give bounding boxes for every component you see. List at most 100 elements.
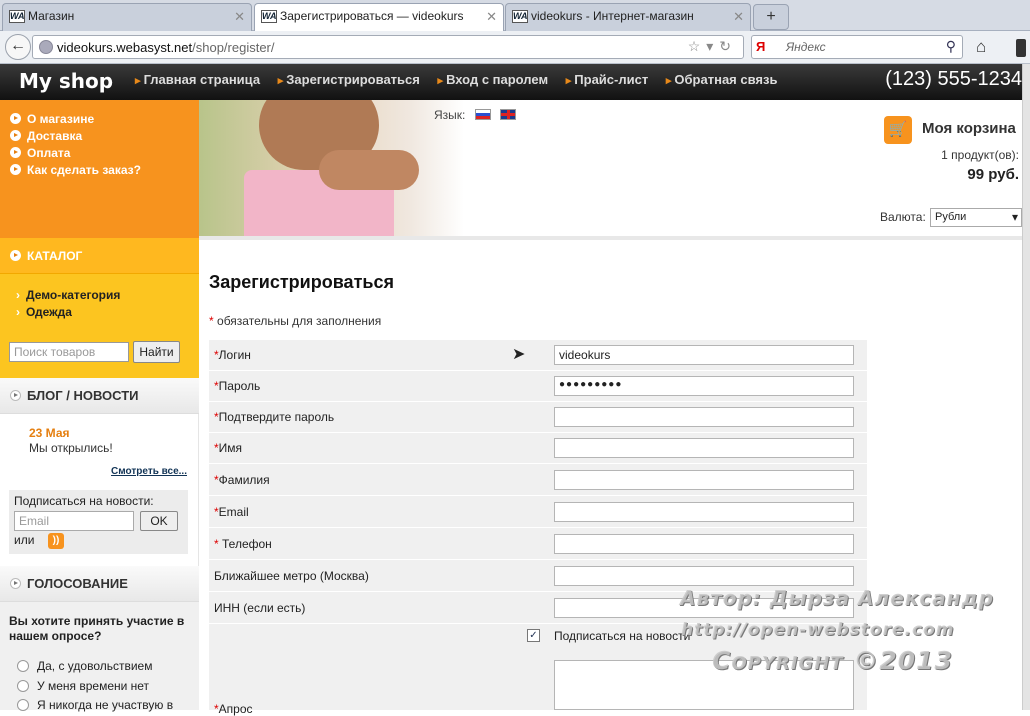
catalog-header: КАТАЛОГ <box>0 238 199 274</box>
page-title: Зарегистрироваться <box>209 272 394 292</box>
last-name-input[interactable] <box>554 470 854 490</box>
radio-button[interactable] <box>17 660 29 672</box>
watermark-copyright: Copyright ©2013 <box>712 646 953 675</box>
form-row-last-name: *Фамилия <box>209 465 867 496</box>
left-sidebar: О магазине Доставка Оплата Как сделать з… <box>0 100 199 712</box>
nav-login[interactable]: Вход с паролем <box>437 72 548 87</box>
nav-home[interactable]: Главная страница <box>135 72 260 87</box>
new-tab-button[interactable]: + <box>753 4 789 30</box>
menu-handle[interactable] <box>1016 39 1026 57</box>
arrow-bullet-icon <box>10 164 21 175</box>
or-label: или <box>14 533 35 547</box>
address-bar[interactable]: videokurs.webasyst.net/shop/register/ ☆▾… <box>32 35 744 59</box>
field-label: Ближайшее метро (Москва) <box>214 569 369 583</box>
currency-label: Валюта: <box>880 210 926 224</box>
tab-store[interactable]: WA videokurs - Интернет-магазин ✕ <box>505 3 751 31</box>
link-how-to-order[interactable]: Как сделать заказ? <box>10 163 199 177</box>
vote-section: ГОЛОСОВАНИЕ Вы хотите принять участие в … <box>0 566 199 712</box>
cart-title[interactable]: Моя корзина <box>922 120 1016 137</box>
link-payment[interactable]: Оплата <box>10 146 199 160</box>
category-demo[interactable]: Демо-категория <box>16 288 120 302</box>
vote-option[interactable]: Да, с удовольствием <box>17 659 152 673</box>
search-button[interactable]: Найти <box>133 341 180 363</box>
search-placeholder: Яндекс <box>786 40 826 54</box>
login-input[interactable]: videokurs <box>554 345 854 365</box>
bookmark-star-icon[interactable]: ☆▾↻ <box>688 38 737 55</box>
url-path: /shop/register/ <box>192 40 275 55</box>
email-input[interactable] <box>554 502 854 522</box>
site-logo[interactable]: My shop <box>19 69 113 93</box>
english-flag-icon[interactable] <box>500 109 517 120</box>
catalog-section: КАТАЛОГ Демо-категория Одежда Поиск това… <box>0 238 199 378</box>
category-clothes[interactable]: Одежда <box>16 305 120 319</box>
search-icon[interactable]: ⚲ <box>946 38 956 55</box>
tab-register[interactable]: WA Зарегистрироваться — videokurs ✕ <box>254 3 504 32</box>
blog-date: 23 Мая <box>29 426 70 440</box>
first-name-input[interactable] <box>554 438 854 458</box>
arrow-bullet-icon <box>10 113 21 124</box>
close-tab-icon[interactable]: ✕ <box>234 9 245 25</box>
arrow-bullet-icon <box>10 147 21 158</box>
vote-question: Вы хотите принять участие в нашем опросе… <box>9 614 185 643</box>
field-label: *Фамилия <box>214 473 270 487</box>
main-content: Зарегистрироваться * обязательны для зап… <box>199 244 1022 716</box>
nav-feedback[interactable]: Обратная связь <box>666 72 778 87</box>
link-about[interactable]: О магазине <box>10 112 199 126</box>
page-scrollbar[interactable] <box>1022 64 1030 710</box>
password-input[interactable]: ●●●●●●●●● <box>554 376 854 396</box>
required-note: * обязательны для заполнения <box>209 314 382 328</box>
nav-pricelist[interactable]: Прайс-лист <box>566 72 649 87</box>
home-icon[interactable]: ⌂ <box>976 37 986 57</box>
link-delivery[interactable]: Доставка <box>10 129 199 143</box>
nav-register[interactable]: Зарегистрироваться <box>278 72 420 87</box>
top-navigation: Главная страница Зарегистрироваться Вход… <box>135 72 791 87</box>
confirm-password-input[interactable] <box>554 407 854 427</box>
subscribe-ok-button[interactable]: OK <box>140 511 178 531</box>
field-label: *Пароль <box>214 379 261 393</box>
form-row-phone: * Телефон <box>209 529 867 560</box>
subscribe-box: Подписаться на новости: Email OK или )) <box>9 490 188 554</box>
form-row-email: *Email <box>209 497 867 528</box>
photo-shape <box>319 150 419 190</box>
russian-flag-icon[interactable] <box>474 109 491 120</box>
currency-select[interactable]: Рубли <box>930 208 1022 227</box>
blog-section: БЛОГ / НОВОСТИ 23 Мая Мы открылись! Смот… <box>0 378 199 566</box>
radio-button[interactable] <box>17 699 29 711</box>
site-header: My shop Главная страница Зарегистрироват… <box>0 64 1022 100</box>
category-list: Демо-категория Одежда <box>16 288 120 322</box>
vote-option[interactable]: У меня времени нет <box>17 679 149 693</box>
subscribe-email-input[interactable]: Email <box>14 511 134 531</box>
blog-text: Мы открылись! <box>29 441 113 455</box>
watermark-author: Автор: Дырза Александр <box>680 586 994 610</box>
info-links: О магазине Доставка Оплата Как сделать з… <box>0 100 199 238</box>
subscribe-checkbox[interactable]: ✓ <box>527 629 540 642</box>
tab-label: Магазин <box>28 9 75 23</box>
cart-sum: 99 руб. <box>967 166 1019 183</box>
back-button[interactable]: ← <box>5 34 31 60</box>
product-search-input[interactable]: Поиск товаров <box>9 342 129 362</box>
url-domain: videokurs.webasyst.net <box>57 40 193 55</box>
close-tab-icon[interactable]: ✕ <box>733 9 744 25</box>
phone-input[interactable] <box>554 534 854 554</box>
subscribe-label: Подписаться на новости: <box>14 494 154 508</box>
search-bar[interactable]: Я Яндекс ⚲ <box>751 35 963 59</box>
tab-shop[interactable]: WA Магазин ✕ <box>2 3 252 31</box>
field-label: *Логин <box>214 348 251 362</box>
field-label: ИНН (если есть) <box>214 601 306 615</box>
blog-see-all-link[interactable]: Смотреть все... <box>111 466 187 477</box>
arrow-bullet-icon <box>10 578 21 589</box>
metro-input[interactable] <box>554 566 854 586</box>
radio-button[interactable] <box>17 680 29 692</box>
arrow-left-icon: ← <box>10 37 26 54</box>
webasyst-favicon-icon: WA <box>261 10 277 24</box>
phone-number: (123) 555-1234 <box>885 68 1022 90</box>
language-label: Язык: <box>434 108 466 122</box>
poll-label: *Апрос <box>214 702 253 716</box>
cart-icon[interactable]: 🛒 <box>884 116 912 144</box>
webasyst-favicon-icon: WA <box>512 10 528 24</box>
form-row-first-name: *Имя <box>209 433 867 464</box>
rss-icon[interactable]: )) <box>48 533 64 549</box>
close-tab-icon[interactable]: ✕ <box>486 9 497 25</box>
arrow-bullet-icon <box>10 390 21 401</box>
tab-label: Зарегистрироваться — videokurs <box>280 9 464 23</box>
